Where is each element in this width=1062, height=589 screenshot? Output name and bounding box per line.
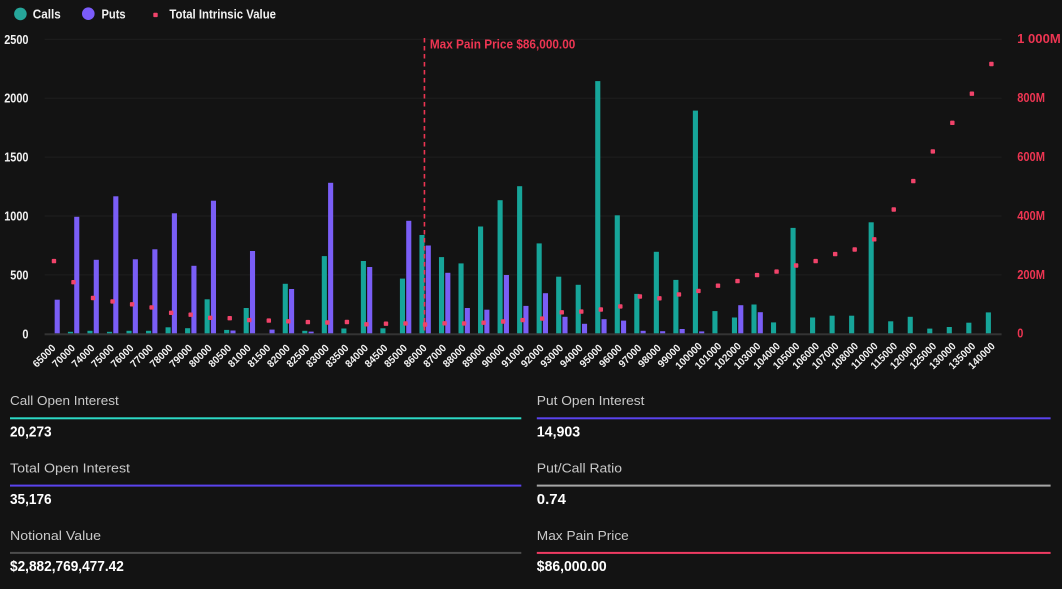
- svg-text:Total Open Interest: Total Open Interest: [10, 461, 130, 476]
- svg-text:Put Open Interest: Put Open Interest: [537, 393, 645, 408]
- svg-text:14,903: 14,903: [537, 424, 580, 441]
- svg-text:Calls: Calls: [33, 8, 61, 22]
- svg-text:Puts: Puts: [102, 8, 126, 22]
- svg-text:Max Pain Price: Max Pain Price: [537, 528, 629, 543]
- svg-text:20,273: 20,273: [10, 424, 52, 441]
- svg-text:Notional Value: Notional Value: [10, 528, 101, 543]
- svg-text:600M: 600M: [1017, 150, 1045, 164]
- svg-text:Put/Call Ratio: Put/Call Ratio: [537, 461, 622, 476]
- svg-text:1 000M: 1 000M: [1017, 32, 1060, 46]
- svg-text:0: 0: [22, 327, 28, 341]
- svg-text:400M: 400M: [1017, 209, 1045, 223]
- svg-text:0: 0: [1017, 327, 1023, 341]
- svg-text:Call Open Interest: Call Open Interest: [10, 393, 119, 408]
- svg-text:$2,882,769,477.42: $2,882,769,477.42: [10, 558, 124, 575]
- svg-text:2500: 2500: [4, 33, 28, 47]
- svg-text:0.74: 0.74: [537, 491, 567, 508]
- svg-text:2000: 2000: [4, 92, 28, 106]
- svg-text:Total Intrinsic Value: Total Intrinsic Value: [169, 8, 276, 22]
- svg-text:800M: 800M: [1017, 91, 1045, 105]
- svg-text:35,176: 35,176: [10, 491, 52, 508]
- svg-text:200M: 200M: [1017, 268, 1045, 282]
- svg-text:500: 500: [10, 268, 28, 282]
- svg-text:1500: 1500: [4, 151, 28, 165]
- svg-text:1000: 1000: [4, 210, 28, 224]
- svg-text:Max Pain Price $86,000.00: Max Pain Price $86,000.00: [430, 37, 575, 52]
- svg-text:$86,000.00: $86,000.00: [537, 558, 607, 575]
